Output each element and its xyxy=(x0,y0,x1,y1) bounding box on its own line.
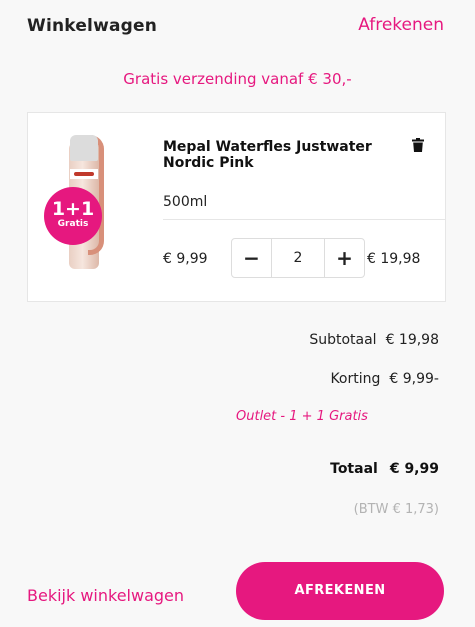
discount-label: Korting xyxy=(330,371,381,387)
subtotal-label: Subtotaal xyxy=(309,332,377,348)
total-row: Totaal € 9,99 xyxy=(330,461,439,477)
total-label: Totaal xyxy=(330,461,378,477)
quantity-value[interactable]: 2 xyxy=(272,239,324,277)
promo-badge-sub: Gratis xyxy=(57,219,89,229)
unit-price: € 9,99 xyxy=(163,251,208,267)
line-total: € 19,98 xyxy=(367,251,421,267)
tax-note: (BTW € 1,73) xyxy=(353,502,439,517)
cart-item-card: 1+1 Gratis Mepal Waterfles Justwater Nor… xyxy=(27,112,446,302)
product-variant: 500ml xyxy=(163,194,208,210)
subtotal-row: Subtotaal € 19,98 xyxy=(309,332,439,348)
page-title: Winkelwagen xyxy=(27,16,158,36)
view-cart-link[interactable]: Bekijk winkelwagen xyxy=(27,586,184,605)
checkout-button[interactable]: AFREKENEN xyxy=(236,562,444,620)
bottle-label xyxy=(70,169,98,179)
total-value: € 9,99 xyxy=(389,461,439,477)
promo-badge-main: 1+1 xyxy=(51,198,95,220)
quantity-stepper: − 2 + xyxy=(231,238,365,278)
free-shipping-note: Gratis verzending vanaf € 30,- xyxy=(123,70,352,88)
discount-value: € 9,99- xyxy=(389,371,439,387)
discount-row: Korting € 9,99- xyxy=(330,371,439,387)
increase-quantity-button[interactable]: + xyxy=(324,239,364,277)
discount-note: Outlet - 1 + 1 Gratis xyxy=(236,409,368,424)
product-image[interactable]: 1+1 Gratis xyxy=(36,129,146,279)
cart-header: Winkelwagen Afrekenen xyxy=(0,0,475,56)
trash-icon[interactable] xyxy=(412,138,424,152)
bottle-cap xyxy=(70,135,98,161)
product-name[interactable]: Mepal Waterfles Justwater Nordic Pink xyxy=(163,139,393,171)
checkout-link[interactable]: Afrekenen xyxy=(358,15,444,35)
decrease-quantity-button[interactable]: − xyxy=(232,239,272,277)
subtotal-value: € 19,98 xyxy=(385,332,439,348)
promo-badge: 1+1 Gratis xyxy=(44,187,102,245)
divider xyxy=(163,219,445,220)
